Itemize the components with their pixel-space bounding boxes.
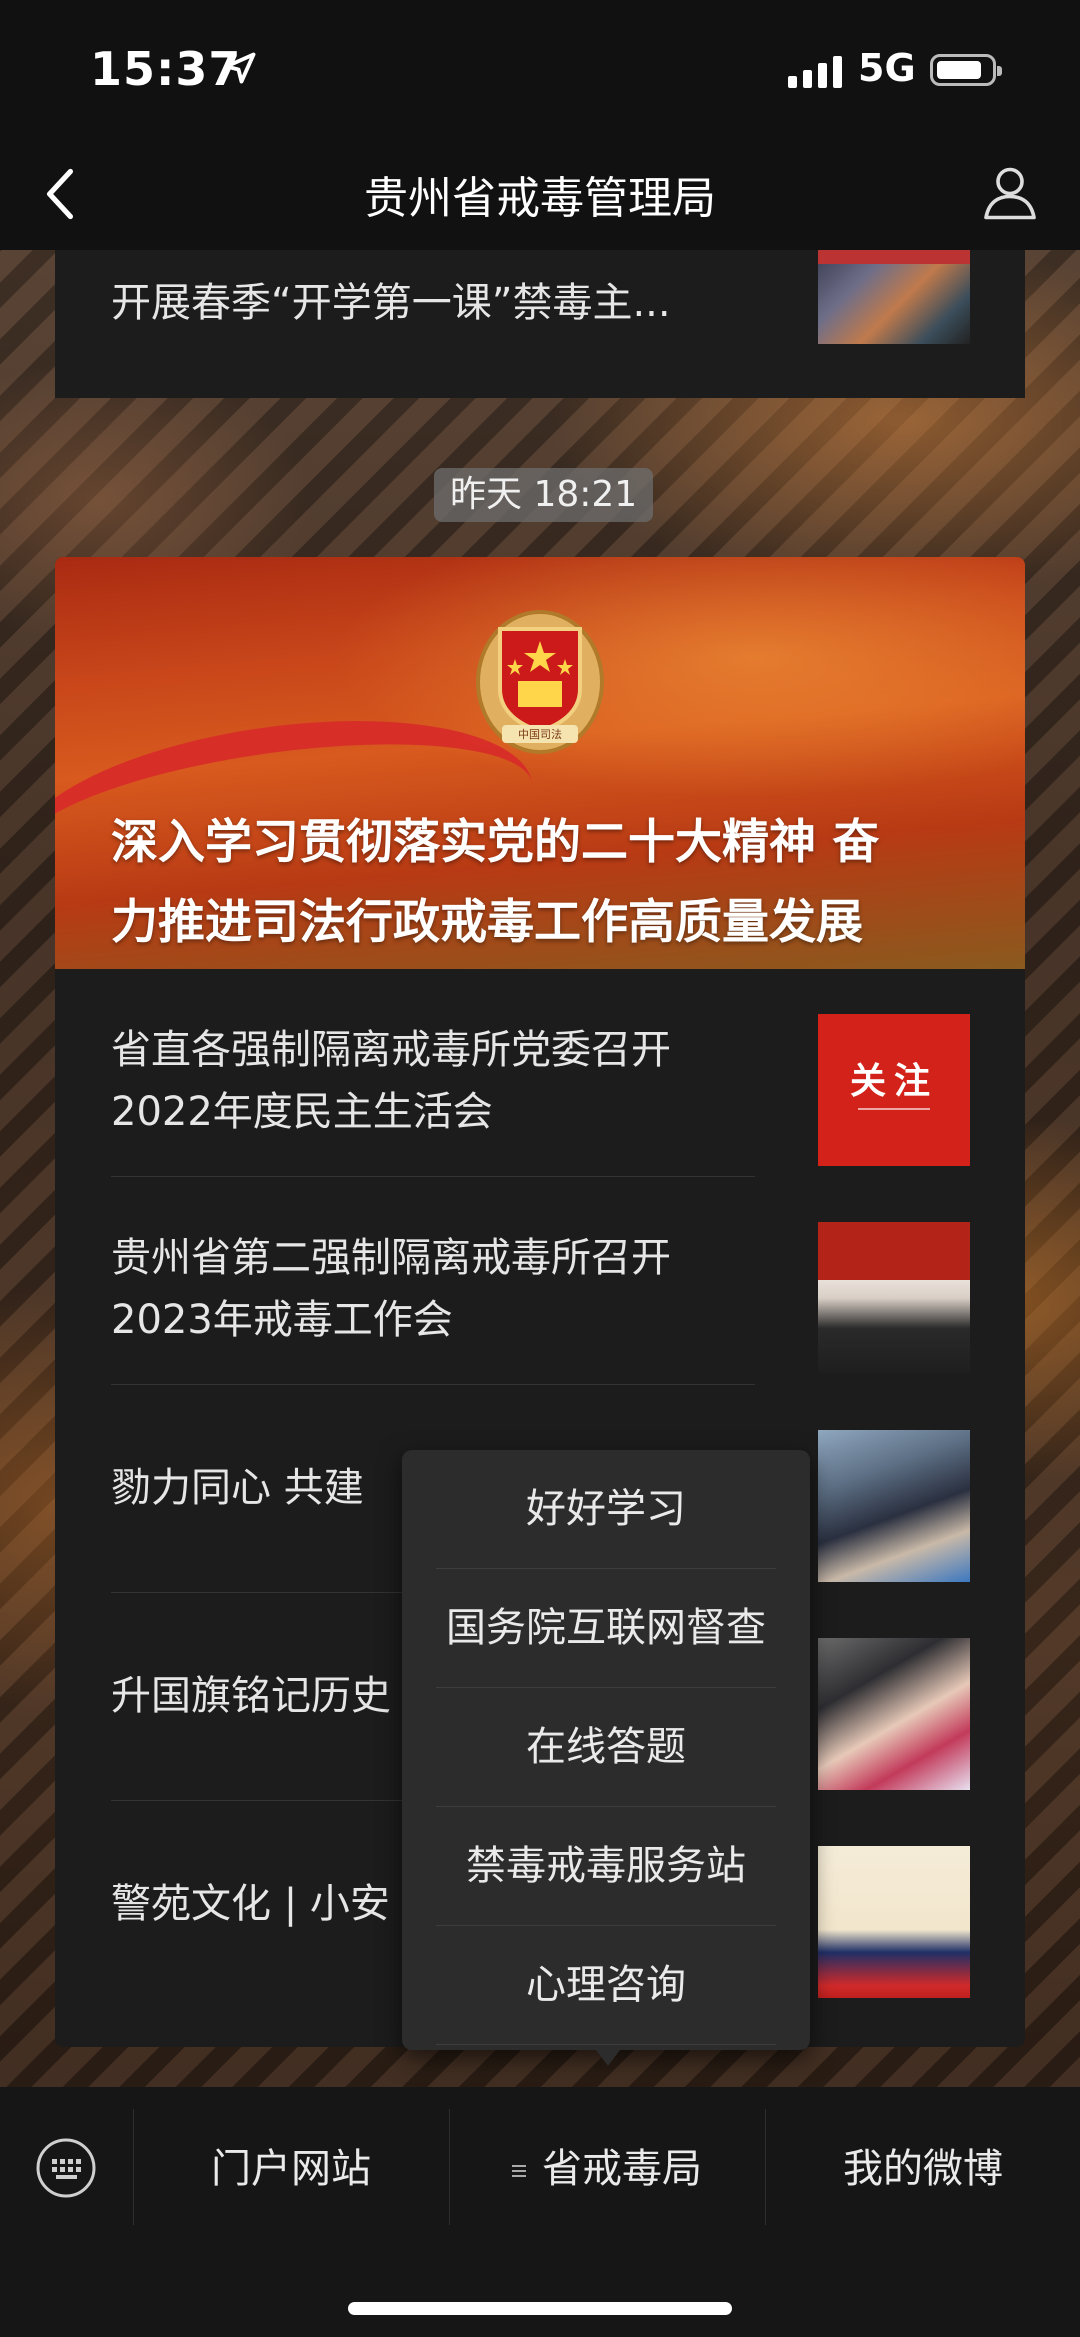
submenu-item-counseling[interactable]: 心理咨询 xyxy=(436,1926,776,2045)
article-thumbnail: 关注 xyxy=(818,1014,970,1166)
submenu-item-service-station[interactable]: 禁毒戒毒服务站 xyxy=(436,1807,776,1926)
china-justice-emblem-icon: 中国司法 xyxy=(476,610,604,754)
svg-text:中国司法: 中国司法 xyxy=(518,727,562,741)
status-time: 15:37 xyxy=(90,42,242,96)
menu-button-bureau[interactable]: 省戒毒局 xyxy=(450,2115,764,2223)
previous-article-card[interactable]: 开展春季“开学第一课”禁毒主... xyxy=(55,250,1025,398)
feature-headline: 深入学习贯彻落实党的二十大精神 奋 力推进司法行政戒毒工作高质量发展 xyxy=(111,815,880,950)
bottom-menu-bar: 门户网站 省戒毒局 我的微博 xyxy=(0,2087,1080,2337)
article-thumbnail xyxy=(818,1638,970,1790)
submenu-indicator-icon xyxy=(512,2162,526,2180)
home-indicator[interactable] xyxy=(348,2302,732,2315)
submenu-item-state-council-inspection[interactable]: 国务院互联网督查 xyxy=(436,1569,776,1688)
submenu-item-study[interactable]: 好好学习 xyxy=(436,1450,776,1569)
page-title: 贵州省戒毒管理局 xyxy=(364,173,716,224)
submenu-popup: 好好学习 国务院互联网督查 在线答题 禁毒戒毒服务站 心理咨询 xyxy=(402,1450,810,2066)
status-bar: 15:37 5G xyxy=(0,0,1080,140)
message-timestamp: 昨天 18:21 xyxy=(434,468,654,522)
location-arrow-icon xyxy=(224,52,256,84)
battery-icon xyxy=(930,54,1002,86)
keyboard-icon[interactable] xyxy=(35,2137,97,2199)
nav-bar: 贵州省戒毒管理局 xyxy=(0,140,1080,250)
article-item[interactable]: 省直各强制隔离戒毒所党委召开 2022年度民主生活会 关注 xyxy=(55,969,1025,1177)
cellular-signal-icon xyxy=(788,56,842,88)
article-item[interactable]: 贵州省第二强制隔离戒毒所召开 2023年戒毒工作会 xyxy=(55,1177,1025,1385)
feature-article-banner[interactable]: 中国司法 深入学习贯彻落实党的二十大精神 奋 力推进司法行政戒毒工作高质量发展 xyxy=(55,557,1025,969)
article-thumbnail xyxy=(818,1846,970,1998)
menu-button-weibo[interactable]: 我的微博 xyxy=(766,2115,1080,2223)
previous-article-title: 开展春季“开学第一课”禁毒主... xyxy=(111,280,671,326)
menu-button-portal[interactable]: 门户网站 xyxy=(134,2115,448,2223)
article-thumbnail xyxy=(818,1222,970,1374)
network-type: 5G xyxy=(858,46,916,90)
article-thumbnail xyxy=(818,1430,970,1582)
previous-article-thumbnail xyxy=(818,250,970,344)
profile-icon[interactable] xyxy=(980,162,1040,222)
submenu-item-online-quiz[interactable]: 在线答题 xyxy=(436,1688,776,1807)
